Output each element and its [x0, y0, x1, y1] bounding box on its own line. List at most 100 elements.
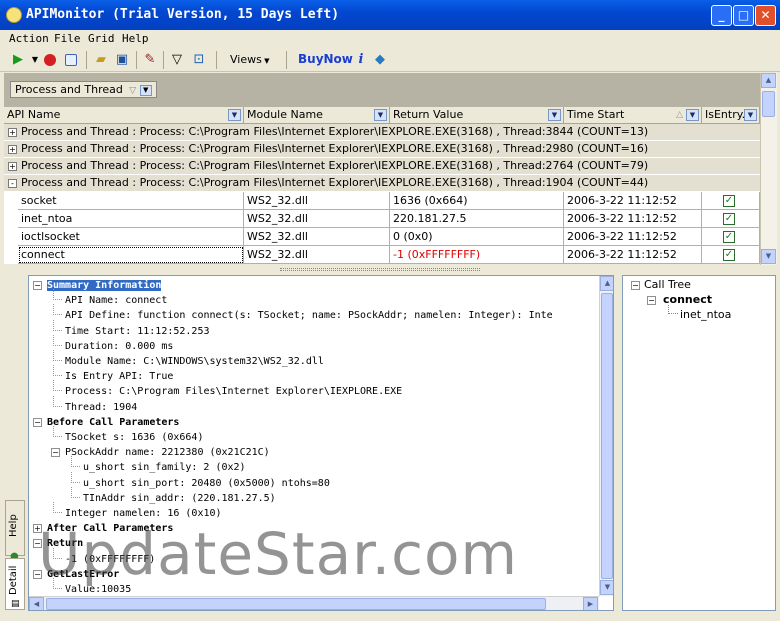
maximize-button[interactable]: □ — [733, 5, 754, 26]
call-tree-leaf[interactable]: inet_ntoa — [680, 308, 731, 321]
table-row[interactable]: ioctlsocket WS2_32.dll 0 (0x0) 2006-3-22… — [4, 228, 760, 246]
info-icon[interactable]: i — [353, 52, 369, 68]
filter-icon[interactable]: ▽ — [169, 52, 185, 68]
scroll-up-button[interactable]: ▲ — [761, 73, 776, 88]
detail-line[interactable]: u_short sin_port: 20480 (0x5000) ntohs=8… — [83, 476, 330, 491]
detail-line-text: TInAddr sin_addr: (220.181.27.5) — [83, 492, 276, 504]
table-row[interactable]: socket WS2_32.dll 1636 (0x664) 2006-3-22… — [4, 192, 760, 210]
toolbar-separator — [286, 51, 287, 69]
collapse-icon[interactable]: - — [8, 179, 17, 188]
chevron-down-icon[interactable]: ▼ — [139, 84, 152, 96]
chevron-down-icon[interactable]: ▼ — [228, 109, 241, 121]
close-button[interactable]: ✕ — [755, 5, 776, 26]
detail-line[interactable]: Thread: 1904 — [65, 400, 137, 415]
views-menu[interactable]: Views ▼ — [230, 53, 269, 66]
expand-icon[interactable]: + — [8, 128, 17, 137]
collapse-icon[interactable]: − — [33, 417, 42, 427]
options-icon[interactable]: ⊡ — [191, 52, 207, 68]
collapse-icon[interactable]: − — [647, 296, 656, 305]
call-tree-root[interactable]: Call Tree — [644, 278, 691, 291]
chevron-down-icon[interactable]: ▼ — [686, 109, 699, 121]
cell-module-name: WS2_32.dll — [244, 210, 390, 228]
group-row[interactable]: + Process and Thread : Process: C:\Progra… — [4, 158, 760, 175]
expand-icon[interactable]: + — [8, 145, 17, 154]
expand-icon[interactable]: + — [8, 162, 17, 171]
chevron-down-icon[interactable]: ▼ — [744, 109, 757, 121]
group-row[interactable]: + Process and Thread : Process: C:\Progra… — [4, 124, 760, 141]
checkbox-checked-icon[interactable]: ✓ — [723, 231, 735, 243]
checkbox-checked-icon[interactable]: ✓ — [723, 195, 735, 207]
detail-line-text: Summary Information — [47, 280, 162, 291]
vertical-splitter[interactable] — [615, 275, 621, 611]
scroll-up-button[interactable]: ▲ — [600, 276, 613, 291]
tree-connector — [53, 289, 62, 301]
checkbox-checked-icon[interactable]: ✓ — [723, 249, 735, 261]
detail-line[interactable]: API Name: connect — [65, 293, 167, 308]
toolbar: ▶ ▼ ▰ ▣ ✎ ▽ ⊡ Views ▼ BuyNow i ◆ — [0, 48, 780, 72]
scroll-down-button[interactable]: ▼ — [600, 580, 613, 595]
grid-vertical-scrollbar[interactable]: ▲ ▼ — [760, 73, 777, 265]
detail-line[interactable]: Integer namelen: 16 (0x10) — [65, 506, 222, 521]
detail-line[interactable]: PSockAddr name: 2212380 (0x21C21C) — [65, 445, 270, 460]
clear-icon[interactable]: ✎ — [142, 52, 158, 68]
detail-line[interactable]: u_short sin_family: 2 (0x2) — [83, 460, 246, 475]
save-icon[interactable]: ▣ — [114, 52, 130, 68]
col-header-time-start[interactable]: Time Start △ ▼ — [564, 107, 702, 124]
scroll-thumb[interactable] — [601, 293, 613, 579]
menu-grid[interactable]: Grid — [88, 32, 115, 45]
detail-line[interactable]: TSocket s: 1636 (0x664) — [65, 430, 203, 445]
detail-line-text: Time Start: 11:12:52.253 — [65, 325, 210, 337]
table-row-selected[interactable]: connect WS2_32.dll -1 (0xFFFFFFFF) 2006-… — [4, 246, 760, 264]
col-header-return-value[interactable]: Return Value ▼ — [390, 107, 564, 124]
collapse-icon[interactable]: − — [631, 281, 640, 290]
collapse-icon[interactable]: − — [51, 448, 60, 458]
cell-module-name: WS2_32.dll — [244, 192, 390, 210]
group-row[interactable]: + Process and Thread : Process: C:\Progra… — [4, 141, 760, 158]
menu-action[interactable]: Action — [9, 32, 49, 45]
filter-icon[interactable]: ▽ — [126, 86, 136, 96]
detail-section-header[interactable]: Before Call Parameters — [47, 415, 179, 430]
minimize-button[interactable]: _ — [711, 5, 732, 26]
title-bar[interactable]: APIMonitor (Trial Version, 15 Days Left)… — [0, 0, 780, 30]
open-icon[interactable]: ▰ — [93, 52, 109, 68]
call-tree-panel[interactable]: − Call Tree − connect inet_ntoa — [622, 275, 776, 611]
group-row[interactable]: - Process and Thread : Process: C:\Progra… — [4, 175, 760, 192]
scroll-right-button[interactable]: ▶ — [583, 597, 598, 610]
help-book-icon[interactable]: ◆ — [372, 52, 388, 68]
buynow-button[interactable]: BuyNow — [298, 52, 353, 66]
detail-line[interactable]: Is Entry API: True — [65, 369, 173, 384]
detail-line[interactable]: Process: C:\Program Files\Internet Explo… — [65, 384, 402, 399]
chevron-down-icon[interactable]: ▼ — [548, 109, 561, 121]
detail-horizontal-scrollbar[interactable]: ◀ ▶ — [29, 596, 599, 610]
scroll-down-button[interactable]: ▼ — [761, 249, 776, 264]
scroll-thumb[interactable] — [46, 598, 546, 610]
detail-section-header[interactable]: Summary Information — [47, 278, 162, 293]
checkbox-checked-icon[interactable]: ✓ — [723, 213, 735, 225]
tab-detail[interactable]: Detail ▤ — [5, 558, 25, 610]
detail-vertical-scrollbar[interactable]: ▲ ▼ — [599, 276, 613, 596]
detail-line[interactable]: Module Name: C:\WINDOWS\system32\WS2_32.… — [65, 354, 324, 369]
detail-line[interactable]: API Define: function connect(s: TSocket;… — [65, 308, 553, 323]
record-icon[interactable] — [63, 52, 79, 68]
stop-icon[interactable] — [42, 52, 58, 68]
dropdown-icon[interactable]: ▼ — [27, 52, 43, 68]
run-icon[interactable]: ▶ — [10, 52, 26, 68]
detail-line[interactable]: Duration: 0.000 ms — [65, 339, 173, 354]
detail-line[interactable]: TInAddr sin_addr: (220.181.27.5) — [83, 491, 276, 506]
chevron-down-icon[interactable]: ▼ — [374, 109, 387, 121]
horizontal-splitter[interactable] — [4, 266, 760, 274]
menu-help[interactable]: Help — [122, 32, 149, 45]
table-row[interactable]: inet_ntoa WS2_32.dll 220.181.27.5 2006-3… — [4, 210, 760, 228]
scroll-thumb[interactable] — [762, 91, 775, 117]
collapse-icon[interactable]: − — [33, 281, 42, 290]
col-header-api-name[interactable]: API Name ▼ — [4, 107, 244, 124]
scroll-left-button[interactable]: ◀ — [29, 597, 44, 610]
group-by-chip[interactable]: Process and Thread ▽ ▼ — [10, 81, 157, 98]
cell-is-entry: ✓ — [702, 228, 760, 246]
col-header-is-entry[interactable]: IsEntry... ▼ — [702, 107, 760, 124]
menu-file[interactable]: File — [54, 32, 81, 45]
col-header-module-name[interactable]: Module Name ▼ — [244, 107, 390, 124]
detail-line[interactable]: Time Start: 11:12:52.253 — [65, 324, 210, 339]
tab-help[interactable]: Help ● — [5, 500, 25, 562]
splitter-grip[interactable] — [280, 268, 480, 271]
